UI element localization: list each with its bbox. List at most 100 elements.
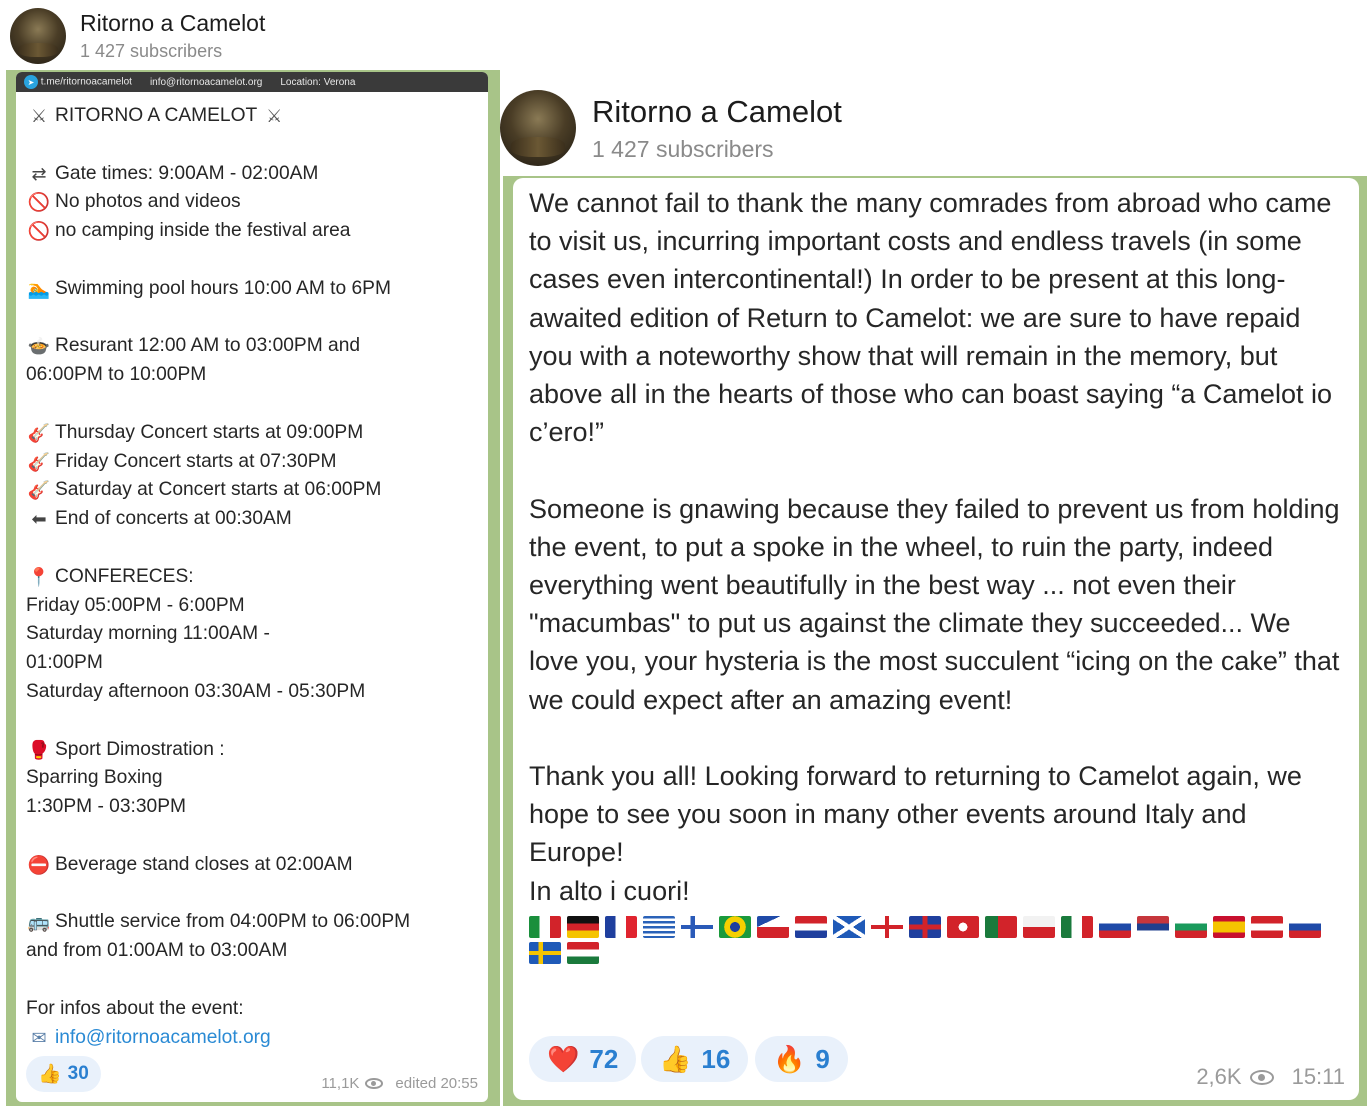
message-meta: 11,1K edited 20:55	[321, 1075, 478, 1092]
line-text: Friday 05:00PM - 6:00PM	[26, 594, 245, 616]
flag-serbia-icon	[1137, 915, 1169, 938]
post-line: ⛔ Beverage stand closes at 02:00AM	[26, 851, 478, 880]
post-line: and from 01:00AM to 03:00AM	[26, 937, 478, 966]
swimmer-icon: 🏊	[27, 278, 51, 299]
post-line: 🏊 Swimming pool hours 10:00 AM to 6PM	[26, 275, 478, 304]
line-text: End of concerts at 00:30AM	[55, 508, 292, 530]
post-line: Saturday afternoon 03:30AM - 05:30PM	[26, 678, 478, 707]
reaction-fire[interactable]: 🔥 9	[755, 1036, 848, 1082]
line-text: RITORNO A CAMELOT	[55, 105, 258, 126]
line-text: Saturday afternoon 03:30AM - 05:30PM	[26, 680, 366, 702]
reaction-heart[interactable]: ❤️ 72	[529, 1036, 637, 1082]
post-line: 🎸 Saturday at Concert starts at 06:00PM	[26, 476, 478, 505]
subscriber-count: 1 427 subscribers	[592, 135, 774, 162]
channel-name: Ritorno a Camelot	[80, 10, 266, 36]
paragraph: Thank you all! Looking forward to return…	[529, 761, 1302, 868]
flag-greece-icon	[643, 915, 675, 938]
post-line: For infos about the event:	[26, 995, 478, 1024]
channel-avatar[interactable]	[500, 90, 576, 166]
flag-slovakia-icon	[1099, 915, 1131, 938]
line-text: Resurant 12:00 AM to 03:00PM and	[55, 335, 361, 357]
post-line: 🥊 Sport Dimostration :	[26, 736, 478, 765]
guitar-icon: 🎸	[27, 422, 51, 443]
post-line[interactable]: ✉ info@ritornoacamelot.org	[26, 1024, 478, 1053]
flag-bulgaria-icon	[1175, 915, 1207, 938]
line-text: Thursday Concert starts at 09:00PM	[55, 421, 364, 443]
line-text: Gate times: 9:00AM - 02:00AM	[55, 162, 319, 184]
left-channel-header[interactable]: Ritorno a Camelot 1 427 subscribers	[10, 6, 265, 66]
flag-spain-icon	[1213, 915, 1245, 938]
paragraph: Someone is gnawing because they failed t…	[529, 493, 1340, 715]
eye-icon	[365, 1078, 384, 1089]
reaction-count: 16	[701, 1043, 731, 1074]
eye-icon	[1249, 1069, 1274, 1085]
left-message-text: ⚔ RITORNO A CAMELOT ⚔ ⇄ Gate times: 9:00AM -…	[16, 92, 488, 1052]
paragraph: We cannot fail to thank the many comrade…	[529, 188, 1332, 448]
flag-slovenia-icon	[1289, 915, 1321, 938]
flag-england-icon	[871, 915, 903, 938]
post-line: 🍲 Resurant 12:00 AM to 03:00PM and	[26, 332, 478, 361]
flag-brazil-icon	[719, 915, 751, 938]
message-meta: 2,6K 15:11	[1196, 1064, 1345, 1090]
reaction-thumbs-up[interactable]: 👍 30	[26, 1056, 101, 1092]
post-line: 🚫 No photos and videos	[26, 188, 478, 217]
flag-france-icon	[605, 915, 637, 938]
line-text: Sport Dimostration :	[55, 738, 225, 760]
post-line: Sparring Boxing	[26, 764, 478, 793]
right-message-footer: ❤️ 72 👍 16 🔥 9 2,6K 15:11	[529, 1036, 1345, 1092]
flag-portugal-icon	[985, 915, 1017, 938]
prohibited-icon: 🚫	[27, 192, 51, 213]
line-text: For infos about the event:	[26, 997, 244, 1019]
post-line: 1:30PM - 03:30PM	[26, 793, 478, 822]
banner-email: info@ritornoacamelot.org	[149, 76, 263, 88]
post-line: ⚔ RITORNO A CAMELOT ⚔	[26, 102, 478, 131]
reaction-thumbs-up[interactable]: 👍 16	[641, 1036, 749, 1082]
flag-poland-icon	[1023, 915, 1055, 938]
flag-switzerland-icon	[947, 915, 979, 938]
flag-row	[529, 915, 1329, 964]
right-message-bubble[interactable]: We cannot fail to thank the many comrade…	[513, 178, 1359, 1100]
telegram-link[interactable]: ➤ t.me/ritornoacamelot	[24, 75, 132, 89]
post-line: 🚫 no camping inside the festival area	[26, 217, 478, 246]
post-line: ⇄ Gate times: 9:00AM - 02:00AM	[26, 160, 478, 189]
banner-strip: ➤ t.me/ritornoacamelot info@ritornoacame…	[16, 72, 488, 92]
heart-icon: ❤️	[547, 1043, 580, 1074]
food-bowl-icon: 🍲	[27, 336, 51, 357]
line-text: Swimming pool hours 10:00 AM to 6PM	[55, 277, 391, 299]
reaction-count: 72	[589, 1043, 619, 1074]
line-text: and from 01:00AM to 03:00AM	[26, 940, 288, 962]
thumbs-up-icon: 👍	[659, 1043, 692, 1074]
right-channel-header[interactable]: Ritorno a Camelot 1 427 subscribers	[500, 80, 1367, 176]
channel-name: Ritorno a Camelot	[592, 93, 842, 129]
subscriber-count: 1 427 subscribers	[80, 41, 223, 61]
flag-scotland-icon	[833, 915, 865, 938]
post-line: 🚌 Shuttle service from 04:00PM to 06:00PM	[26, 908, 478, 937]
boxing-glove-icon: 🥊	[27, 739, 51, 760]
line-text: 06:00PM to 10:00PM	[26, 364, 207, 386]
post-line: Friday 05:00PM - 6:00PM	[26, 592, 478, 621]
line-text: Sparring Boxing	[26, 767, 163, 789]
line-text: 1:30PM - 03:30PM	[26, 796, 186, 818]
end-arrow-icon: ⬅	[31, 509, 47, 530]
flag-hungary-icon	[567, 941, 599, 964]
post-line: 📍 CONFERECES:	[26, 563, 478, 592]
reaction-count: 30	[67, 1063, 89, 1084]
thumbs-up-icon: 👍	[38, 1064, 62, 1085]
email-link[interactable]: info@ritornoacamelot.org	[55, 1024, 271, 1053]
crossed-swords-icon: ⚔	[30, 106, 48, 126]
channel-avatar[interactable]	[10, 8, 66, 64]
left-message-bubble[interactable]: ➤ t.me/ritornoacamelot info@ritornoacame…	[16, 72, 488, 1102]
message-time: 15:11	[1291, 1064, 1345, 1089]
prohibited-icon: 🚫	[27, 221, 51, 242]
post-line: Saturday morning 11:00AM -	[26, 620, 478, 649]
pin-icon: 📍	[27, 566, 51, 587]
line-text: Friday Concert starts at 07:30PM	[55, 450, 337, 472]
post-line: 🎸 Thursday Concert starts at 09:00PM	[26, 419, 478, 448]
line-text: CONFERECES:	[55, 565, 194, 587]
